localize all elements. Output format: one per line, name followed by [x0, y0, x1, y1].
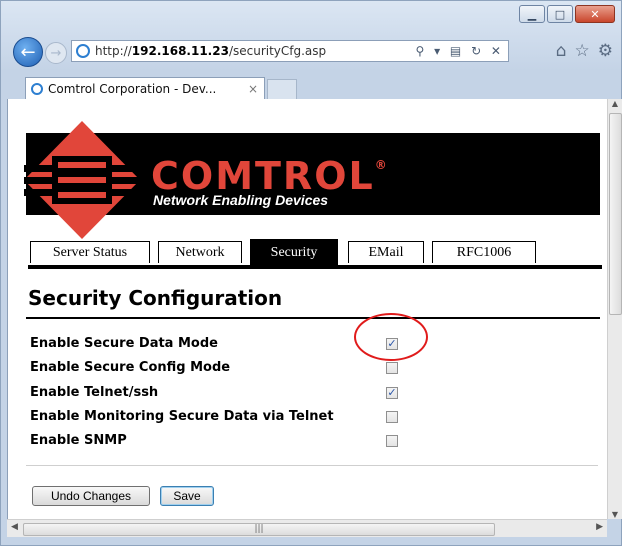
home-icon[interactable]: ⌂ [556, 41, 567, 61]
browser-tab[interactable]: Comtrol Corporation - Dev... × [25, 77, 265, 99]
maximize-button[interactable]: □ [547, 5, 573, 23]
ie-logo-icon [76, 44, 90, 58]
toolbar-icons: ⌂ ☆ ⚙ [556, 41, 613, 61]
setting-label-snmp: Enable SNMP [30, 433, 127, 448]
address-url[interactable]: http://192.168.11.23/securityCfg.asp [95, 44, 415, 58]
setting-label-secure-data: Enable Secure Data Mode [30, 336, 218, 351]
ie-tab-icon [31, 82, 43, 95]
tab-network[interactable]: Network [158, 241, 242, 263]
undo-changes-button[interactable]: Undo Changes [32, 486, 150, 506]
favorites-star-icon[interactable]: ☆ [575, 41, 590, 61]
scroll-right-icon[interactable]: ▶ [596, 522, 603, 532]
navigation-bar: ← → http://192.168.11.23/securityCfg.asp… [7, 35, 613, 69]
page-viewport: COMTROL® Network Enabling Devices Server… [7, 99, 608, 519]
tab-title: Comtrol Corporation - Dev... [48, 81, 217, 96]
browser-window: ▁ □ ✕ ← → http://192.168.11.23/securityC… [0, 0, 622, 546]
monitoring-checkbox[interactable] [386, 411, 398, 423]
scroll-down-icon[interactable]: ▼ [608, 510, 622, 519]
form-divider [26, 465, 598, 466]
heading-divider [26, 317, 600, 319]
horizontal-scroll-thumb[interactable]: ||| [23, 523, 495, 536]
back-arrow-icon[interactable]: ← [13, 37, 43, 67]
tab-rfc1006[interactable]: RFC1006 [432, 241, 536, 263]
save-button[interactable]: Save [160, 486, 214, 506]
horizontal-scrollbar[interactable]: ◀ ||| ▶ [7, 519, 607, 537]
setting-label-monitoring: Enable Monitoring Secure Data via Telnet [30, 409, 334, 424]
browser-tab-strip: Comtrol Corporation - Dev... × [7, 77, 615, 99]
vertical-scroll-thumb[interactable] [609, 113, 622, 315]
tab-email[interactable]: EMail [348, 241, 424, 263]
setting-label-telnet: Enable Telnet/ssh [30, 385, 159, 400]
page-title: Security Configuration [28, 286, 283, 310]
annotation-circle [354, 313, 428, 361]
tab-security[interactable]: Security [250, 239, 338, 265]
minimize-button[interactable]: ▁ [519, 5, 545, 23]
window-controls: ▁ □ ✕ [519, 5, 615, 23]
scroll-left-icon[interactable]: ◀ [11, 522, 18, 532]
config-tabs: Server Status Network Security EMail RFC… [28, 239, 602, 269]
secure-config-checkbox[interactable] [386, 362, 398, 374]
forward-arrow-icon[interactable]: → [45, 42, 67, 64]
new-tab-button[interactable] [267, 79, 297, 99]
snmp-checkbox[interactable] [386, 435, 398, 447]
brand-tagline: Network Enabling Devices [153, 192, 329, 208]
close-tab-icon[interactable]: × [248, 82, 264, 96]
tab-server-status[interactable]: Server Status [30, 241, 150, 263]
comtrol-logo-icon [24, 121, 140, 239]
setting-label-secure-config: Enable Secure Config Mode [30, 360, 231, 375]
settings-gear-icon[interactable]: ⚙ [598, 41, 613, 61]
close-window-button[interactable]: ✕ [575, 5, 615, 23]
vertical-scrollbar[interactable]: ▲ ▼ [607, 99, 622, 519]
telnet-checkbox[interactable]: ✓ [386, 387, 398, 399]
address-tools[interactable]: ⚲ ▾ ▤ ↻ ✕ [415, 44, 508, 58]
scroll-up-icon[interactable]: ▲ [608, 99, 622, 108]
address-bar[interactable]: http://192.168.11.23/securityCfg.asp ⚲ ▾… [71, 40, 509, 62]
